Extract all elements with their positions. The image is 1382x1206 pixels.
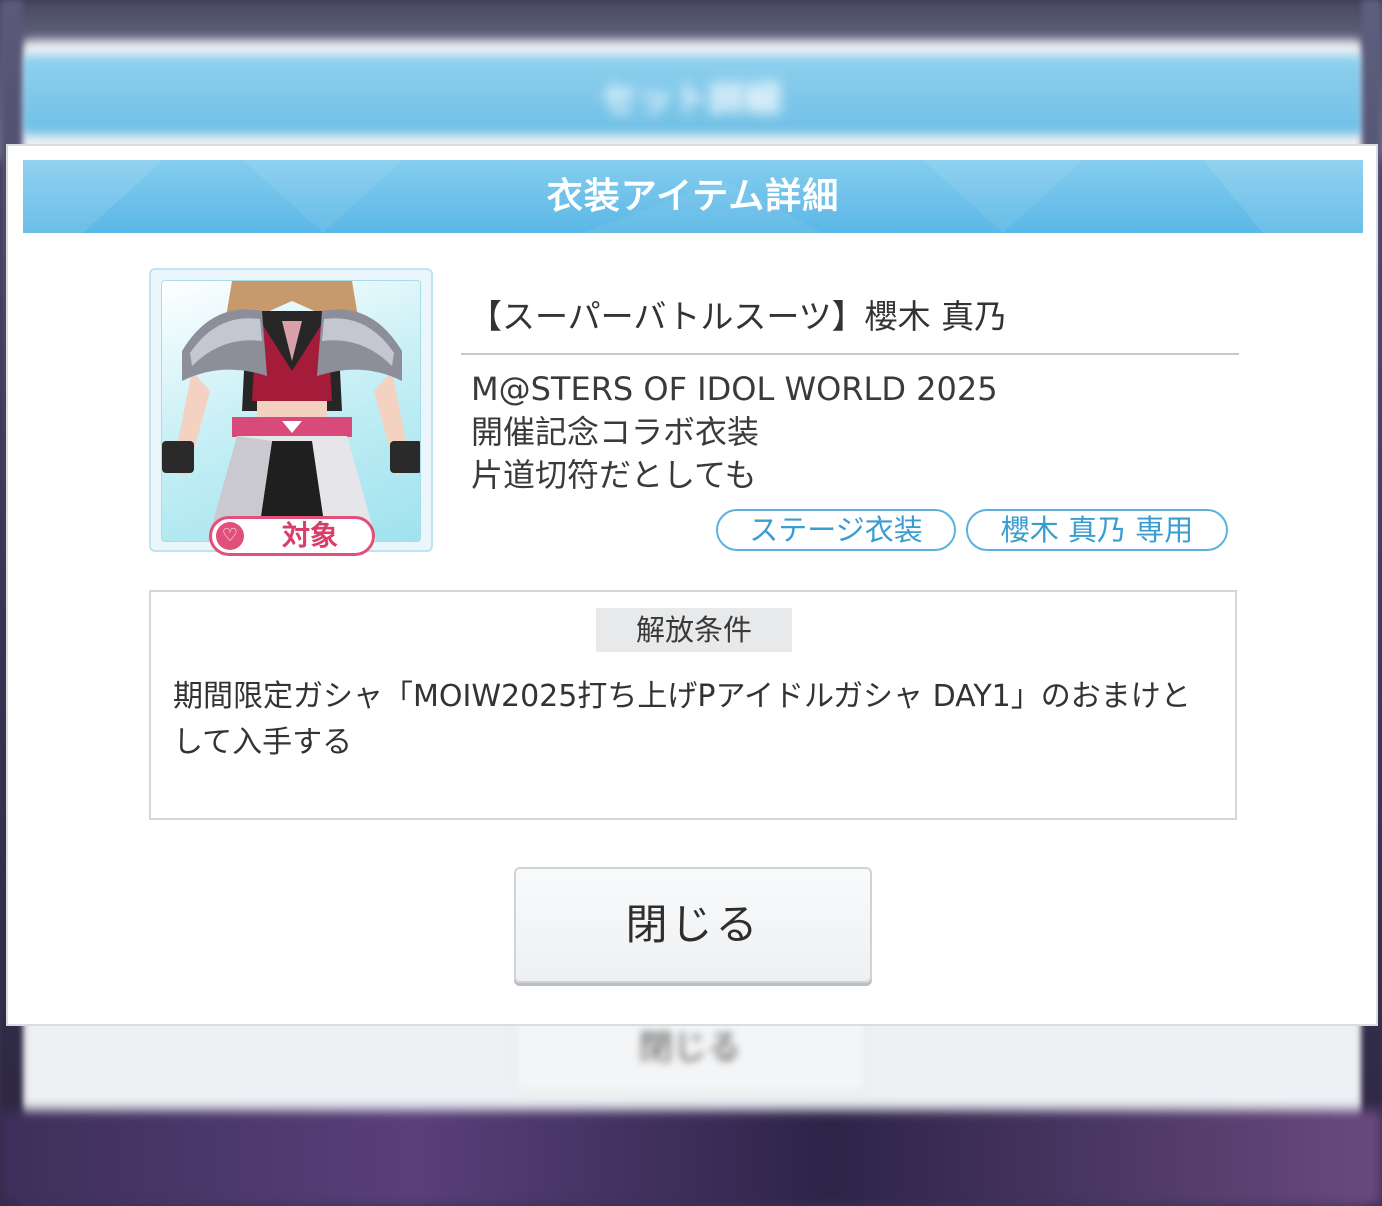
dialog-header: 衣装アイテム詳細	[23, 160, 1363, 233]
dialog-title: 衣装アイテム詳細	[546, 176, 840, 217]
costume-item-detail-dialog: 衣装アイテム詳細 ♡ 対象 【スーパーバトルスーツ】櫻木 真乃 M@STERS …	[23, 160, 1363, 1010]
unlock-conditions-text: 期間限定ガシャ「MOIW2025打ち上げPアイドルガシャ DAY1」のおまけとし…	[173, 679, 1191, 760]
target-badge: ♡ 対象	[209, 516, 375, 556]
item-description-line: M@STERS OF IDOL WORLD 2025	[471, 370, 998, 408]
costume-thumbnail-frame: ♡ 対象	[149, 268, 433, 556]
background-bottom	[0, 1110, 1382, 1206]
item-name: 【スーパーバトルスーツ】櫻木 真乃	[469, 297, 1008, 336]
costume-thumbnail	[161, 280, 421, 542]
unlock-conditions-box: 解放条件 期間限定ガシャ「MOIW2025打ち上げPアイドルガシャ DAY1」の…	[149, 590, 1237, 820]
tag-stage-costume: ステージ衣装	[716, 509, 956, 551]
item-description-line: 片道切符だとしても	[471, 456, 757, 494]
unlock-conditions-heading: 解放条件	[596, 608, 792, 652]
target-badge-label: 対象	[281, 519, 338, 552]
background-panel-title: セット詳細	[600, 79, 781, 120]
target-icon: ♡	[216, 522, 244, 550]
costume-illustration-icon	[162, 281, 420, 541]
tag-character-exclusive: 櫻木 真乃 専用	[966, 509, 1228, 551]
item-description: M@STERS OF IDOL WORLD 2025 開催記念コラボ衣装 片道切…	[471, 368, 998, 497]
divider	[461, 353, 1239, 355]
item-description-line: 開催記念コラボ衣装	[471, 413, 760, 451]
background-close-button-label: 閉じる	[639, 1028, 741, 1068]
close-button[interactable]: 閉じる	[514, 867, 872, 983]
